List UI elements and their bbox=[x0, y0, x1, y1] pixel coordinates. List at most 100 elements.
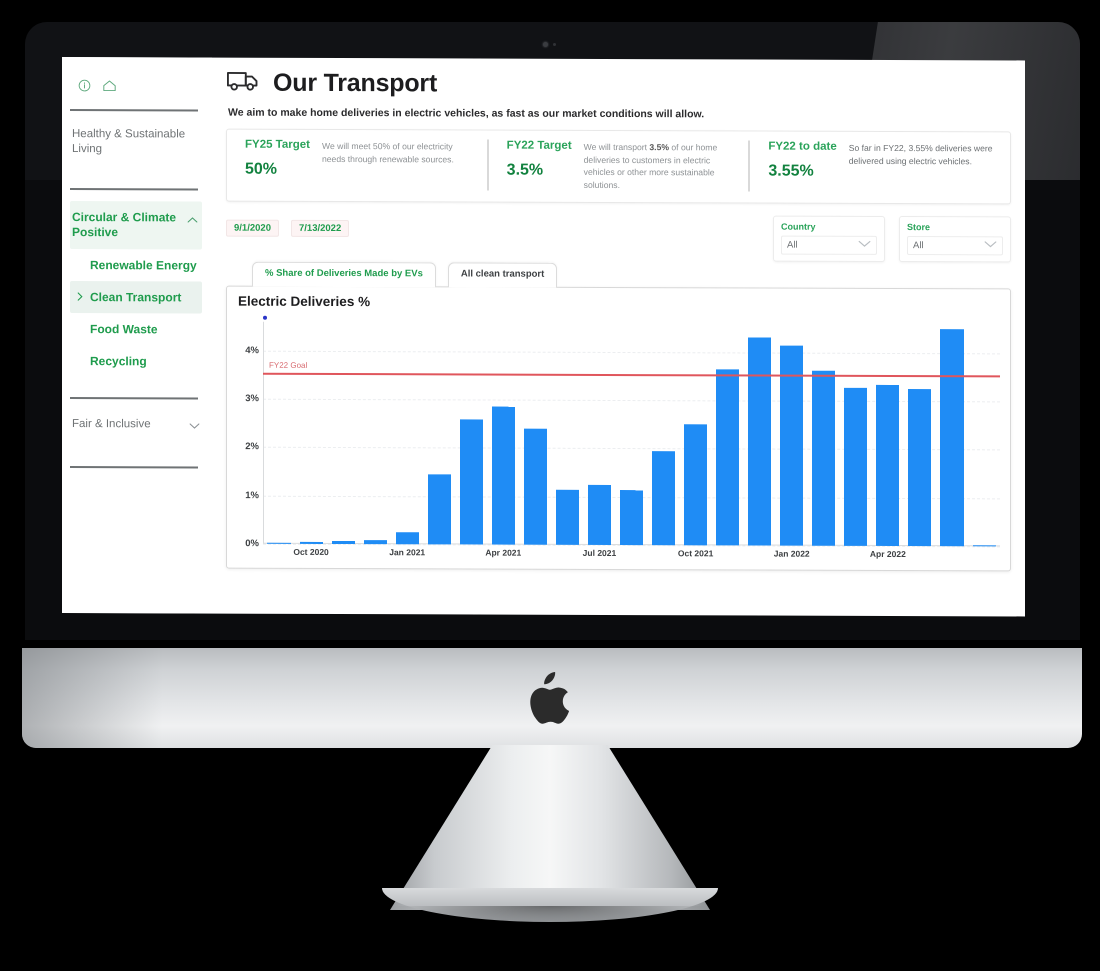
bar-slot[interactable] bbox=[295, 322, 327, 544]
bar-slot[interactable] bbox=[551, 323, 583, 545]
chevron-down-icon[interactable] bbox=[984, 240, 997, 251]
kpi-description: So far in FY22, 3.55% deliveries were de… bbox=[849, 141, 1000, 193]
country-select[interactable]: All bbox=[781, 235, 877, 255]
kpi-description-text: We will meet 50% of our electricity need… bbox=[321, 140, 454, 164]
y-axis-tick-label: 1% bbox=[245, 489, 259, 501]
caret-right-icon bbox=[77, 292, 83, 304]
info-icon[interactable] bbox=[78, 79, 91, 92]
bar-chart[interactable]: 0% 1% 2% 3% 4% FY22 Goal Oct 2020 Jan 2021 Apr… bbox=[235, 321, 1002, 565]
kpi-card-fy22-to-date: FY22 to date 3.55% So far in FY22, 3.55%… bbox=[748, 140, 1011, 193]
tab-share-of-deliveries-made-by-evs[interactable]: % Share of Deliveries Made by EVs bbox=[252, 261, 436, 288]
page-title: Our Transport bbox=[273, 68, 438, 97]
tab-all-clean-transport[interactable]: All clean transport bbox=[447, 262, 558, 288]
date-range: 9/1/2020 7/13/2022 bbox=[226, 214, 350, 238]
date-to-chip[interactable]: 7/13/2022 bbox=[290, 219, 350, 238]
page-subtitle: We aim to make home deliveries in electr… bbox=[228, 106, 705, 121]
bar-slot[interactable] bbox=[872, 324, 904, 547]
bar[interactable] bbox=[908, 389, 932, 547]
bar-slot[interactable] bbox=[327, 322, 359, 545]
bar[interactable] bbox=[523, 428, 547, 545]
bar-slot[interactable] bbox=[487, 323, 519, 545]
bar[interactable] bbox=[940, 328, 964, 547]
sidebar-item-healthy-sustainable-living[interactable]: Healthy & Sustainable Living bbox=[70, 111, 202, 171]
goal-line-label: FY22 Goal bbox=[269, 360, 308, 370]
bar[interactable] bbox=[459, 418, 483, 545]
kpi-label: FY22 Target bbox=[506, 139, 572, 152]
sidebar-item-clean-transport[interactable]: Clean Transport bbox=[70, 281, 202, 314]
sidebar-item-fair-inclusive[interactable]: Fair & Inclusive bbox=[70, 399, 202, 452]
kpi-description: We will meet 50% of our electricity need… bbox=[322, 139, 477, 191]
filter-bar: 9/1/2020 7/13/2022 Country All Store All bbox=[226, 214, 1011, 263]
sidebar-item-food-waste[interactable]: Food Waste bbox=[70, 313, 202, 345]
store-select[interactable]: All bbox=[907, 236, 1003, 256]
bar[interactable] bbox=[652, 451, 676, 546]
bar[interactable] bbox=[748, 337, 772, 546]
bar-series bbox=[263, 322, 1000, 547]
legend-marker-icon bbox=[263, 315, 267, 320]
webcam-indicator-icon bbox=[553, 43, 556, 46]
bar-slot[interactable] bbox=[616, 323, 648, 546]
bar[interactable] bbox=[491, 407, 515, 545]
bar[interactable] bbox=[555, 489, 579, 545]
screen-content: Healthy & Sustainable Living Circular & … bbox=[62, 57, 1025, 617]
bar-slot[interactable] bbox=[840, 324, 872, 546]
bar-slot[interactable] bbox=[936, 324, 968, 547]
kpi-description-text: So far in FY22, 3.55% deliveries were de… bbox=[848, 142, 993, 166]
bar[interactable] bbox=[620, 489, 644, 546]
bar-slot[interactable] bbox=[359, 322, 391, 545]
chevron-down-icon[interactable] bbox=[189, 419, 200, 434]
sidebar-item-label: Fair & Inclusive bbox=[72, 418, 151, 431]
bar[interactable] bbox=[812, 370, 836, 546]
bar[interactable] bbox=[876, 385, 900, 547]
bar-slot[interactable] bbox=[263, 322, 295, 544]
truck-icon bbox=[226, 68, 262, 98]
chevron-down-icon[interactable] bbox=[858, 240, 871, 251]
bar[interactable] bbox=[684, 424, 708, 546]
country-select-value: All bbox=[787, 239, 798, 251]
x-axis-tick-label: Oct 2020 bbox=[293, 546, 329, 557]
sidebar-divider bbox=[70, 188, 198, 191]
bar-slot[interactable] bbox=[423, 322, 455, 545]
bar-slot[interactable] bbox=[680, 323, 712, 546]
bar-slot[interactable] bbox=[968, 324, 1000, 547]
bar[interactable] bbox=[716, 369, 740, 546]
bar[interactable] bbox=[395, 532, 419, 545]
sidebar-item-label: Circular & Climate Positive bbox=[72, 210, 177, 240]
bar-slot[interactable] bbox=[776, 324, 808, 546]
date-from-chip[interactable]: 9/1/2020 bbox=[226, 219, 279, 237]
y-axis-tick-label: 4% bbox=[245, 345, 259, 357]
store-filter-label: Store bbox=[907, 222, 931, 233]
chart-title: Electric Deliveries % bbox=[238, 293, 371, 310]
tab-bar: % Share of Deliveries Made by EVs All cl… bbox=[226, 261, 1011, 290]
bar-slot[interactable] bbox=[519, 323, 551, 545]
kpi-description-highlight: 3.5% bbox=[649, 142, 669, 153]
webcam-icon bbox=[543, 42, 548, 47]
y-axis-tick-label: 3% bbox=[245, 393, 259, 405]
bar-slot[interactable] bbox=[648, 323, 680, 546]
bar-slot[interactable] bbox=[712, 323, 744, 546]
sidebar-item-recycling[interactable]: Recycling bbox=[70, 345, 202, 377]
bar-slot[interactable] bbox=[808, 324, 840, 546]
bar[interactable] bbox=[427, 474, 451, 545]
bar-slot[interactable] bbox=[455, 322, 487, 545]
home-icon[interactable] bbox=[102, 79, 117, 92]
kpi-description: We will transport 3.5% of our home deliv… bbox=[584, 140, 739, 192]
x-axis-tick-label: Jul 2021 bbox=[582, 547, 617, 558]
apple-logo-icon bbox=[527, 672, 573, 728]
bar-slot[interactable] bbox=[583, 323, 615, 545]
country-filter: Country All bbox=[773, 215, 885, 262]
sidebar-item-renewable-energy[interactable]: Renewable Energy bbox=[70, 249, 202, 281]
sidebar-item-circular-climate-positive[interactable]: Circular & Climate Positive bbox=[70, 201, 202, 250]
bar[interactable] bbox=[844, 387, 868, 546]
bar-slot[interactable] bbox=[744, 323, 776, 546]
y-axis-tick-label: 0% bbox=[245, 538, 259, 550]
dashboard-app: Healthy & Sustainable Living Circular & … bbox=[62, 57, 1025, 616]
x-axis-tick-label: Oct 2021 bbox=[677, 548, 714, 559]
chevron-up-icon[interactable] bbox=[187, 212, 198, 227]
bar-slot[interactable] bbox=[391, 322, 423, 545]
bar-slot[interactable] bbox=[904, 324, 936, 547]
x-axis-tick-label: Apr 2021 bbox=[485, 547, 522, 558]
kpi-value: 50% bbox=[245, 160, 278, 178]
kpi-card-fy25-target: FY25 Target 50% We will meet 50% of our … bbox=[227, 139, 487, 191]
bar[interactable] bbox=[587, 484, 612, 545]
